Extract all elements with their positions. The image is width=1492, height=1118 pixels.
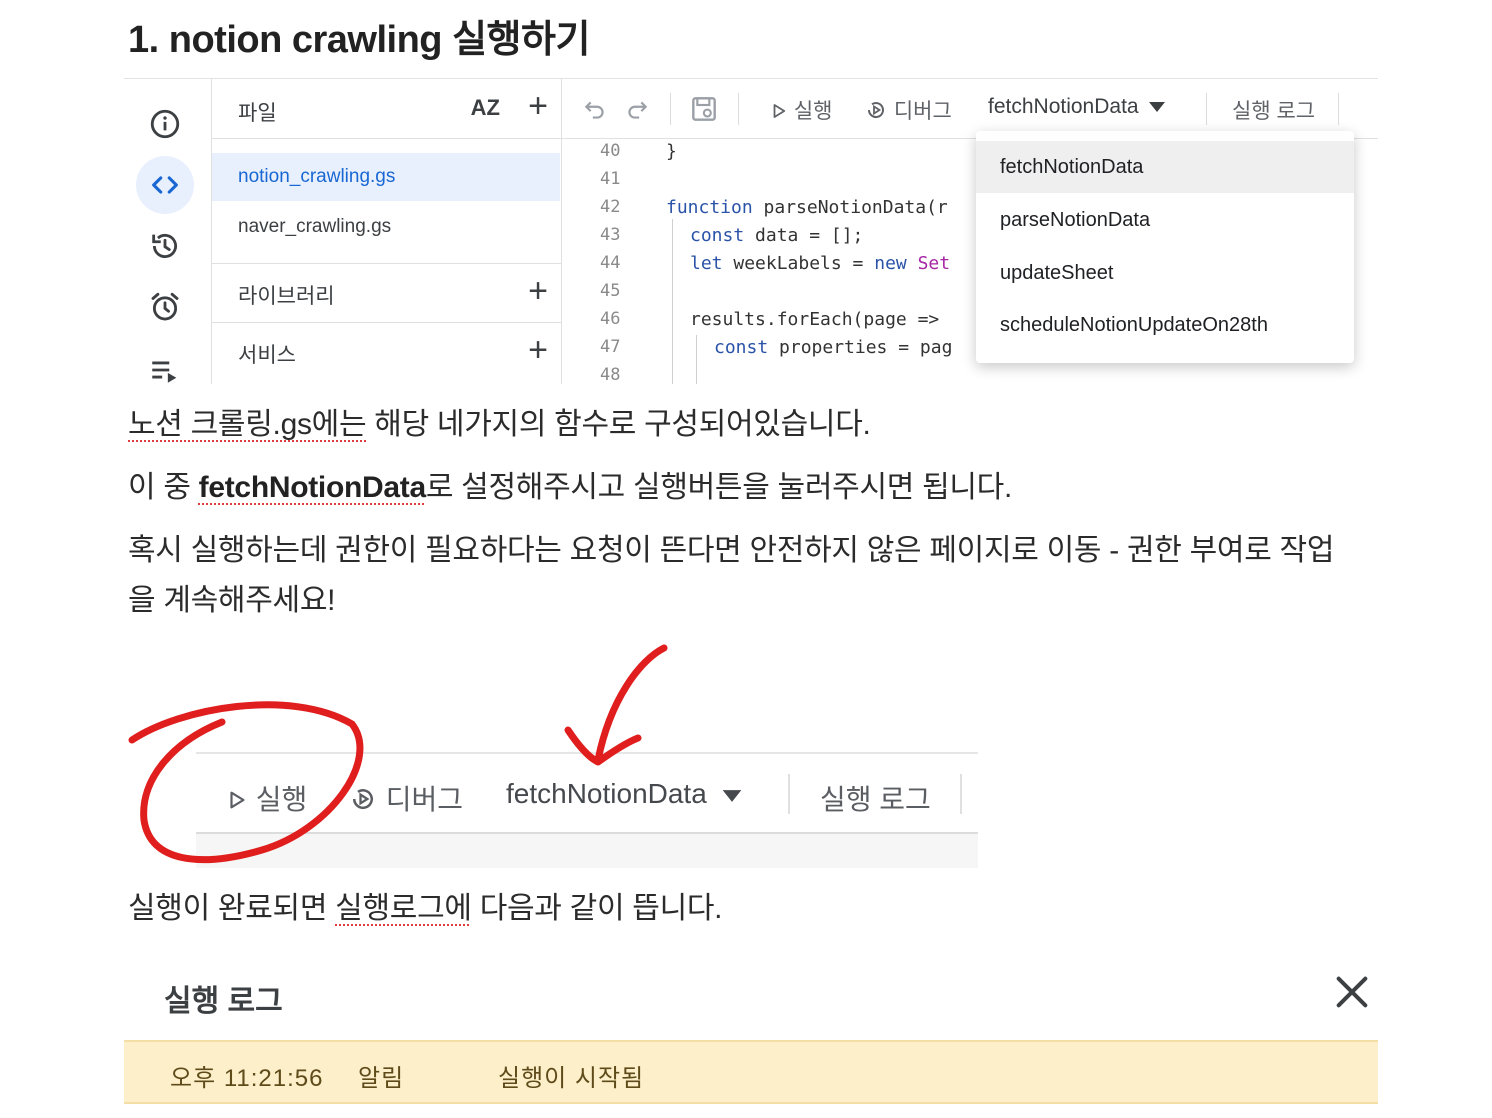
services-label: 서비스 bbox=[238, 344, 296, 367]
code-line: function parseNotionData(r bbox=[666, 197, 948, 218]
debug-icon bbox=[352, 789, 373, 810]
paragraph-text: 로 설정해주시고 실행버튼을 눌러주시면 됩니다. bbox=[425, 471, 1013, 504]
redo-icon[interactable] bbox=[624, 97, 650, 123]
log-row: 오후 11:21:56 알림 실행이 시작됨 bbox=[124, 1040, 1378, 1104]
red-arrow-annotation bbox=[564, 644, 668, 766]
log-type: 알림 bbox=[358, 1065, 405, 1092]
code-line: const properties = pag bbox=[714, 337, 953, 358]
files-header: 파일 AZ + bbox=[212, 79, 562, 139]
files-panel: 파일 AZ + notion_crawling.gs naver_crawlin… bbox=[212, 79, 562, 384]
log-message: 실행이 시작됨 bbox=[498, 1065, 645, 1092]
spellcheck-text: 실행로그에 bbox=[335, 892, 472, 925]
function-select-value: fetchNotionData bbox=[988, 95, 1139, 118]
libraries-label: 라이브러리 bbox=[238, 285, 335, 308]
paragraph-4: 실행이 완료되면 실행로그에 다음과 같이 뜹니다. bbox=[128, 884, 723, 934]
history-icon[interactable] bbox=[136, 217, 194, 275]
paragraph-text: 다음과 같이 뜹니다. bbox=[471, 892, 723, 925]
info-icon[interactable] bbox=[136, 95, 194, 153]
paragraph-text: 실행이 완료되면 bbox=[128, 892, 336, 925]
add-service-icon[interactable]: + bbox=[528, 333, 548, 367]
paragraph-3: 혹시 실행하는데 권한이 필요하다는 요청이 뜬다면 안전하지 않은 페이지로 … bbox=[128, 526, 1334, 626]
sort-az-icon[interactable]: AZ bbox=[471, 95, 500, 121]
dropdown-option[interactable]: fetchNotionData bbox=[976, 141, 1354, 193]
file-item-naver[interactable]: naver_crawling.gs bbox=[212, 203, 560, 251]
debug-icon bbox=[867, 102, 884, 119]
bold-function-name: fetchNotionData bbox=[198, 471, 426, 504]
line-number: 46 bbox=[600, 309, 621, 329]
paragraph-line: 을 계속해주세요! bbox=[128, 584, 336, 617]
file-item-notion[interactable]: notion_crawling.gs bbox=[212, 153, 560, 201]
line-number: 43 bbox=[600, 225, 621, 245]
log-time: 오후 11:21:56 bbox=[170, 1065, 324, 1092]
line-number: 42 bbox=[600, 197, 621, 217]
editor-toolbar: 실행 디버그 fetchNotionData 실행 로그 bbox=[562, 79, 1378, 139]
execution-log-title: 실행 로그 bbox=[164, 985, 283, 1018]
play-icon bbox=[773, 104, 786, 118]
debug-label-zoom: 디버그 bbox=[385, 784, 464, 815]
debug-label: 디버그 bbox=[893, 100, 952, 123]
executions-icon[interactable] bbox=[136, 341, 194, 384]
libraries-section: 라이브러리 + bbox=[212, 263, 562, 323]
spellcheck-text: 노션 크롤링.gs에는 bbox=[128, 408, 367, 441]
dropdown-option[interactable]: scheduleNotionUpdateOn28th bbox=[976, 299, 1354, 351]
paragraph-2: 이 중 fetchNotionData로 설정해주시고 실행버튼을 눌러주시면 … bbox=[128, 463, 1012, 513]
run-button[interactable]: 실행 bbox=[770, 95, 832, 125]
add-library-icon[interactable]: + bbox=[528, 274, 548, 308]
function-select-zoom-value: fetchNotionData bbox=[506, 778, 707, 809]
debug-button[interactable]: 디버그 bbox=[864, 95, 952, 125]
dropdown-caret-icon bbox=[722, 790, 741, 802]
line-number: 45 bbox=[600, 281, 621, 301]
run-label-zoom: 실행 bbox=[255, 784, 308, 815]
alarm-clock-icon[interactable] bbox=[136, 278, 194, 336]
dropdown-option[interactable]: parseNotionData bbox=[976, 194, 1354, 246]
section-heading: 1. notion crawling 실행하기 bbox=[128, 19, 590, 61]
code-editor-icon[interactable] bbox=[136, 156, 194, 214]
code-line: results.forEach(page => bbox=[690, 309, 940, 330]
apps-script-editor-screenshot: 파일 AZ + notion_crawling.gs naver_crawlin… bbox=[124, 78, 1378, 384]
line-number: 48 bbox=[600, 365, 621, 384]
files-title: 파일 bbox=[238, 102, 277, 125]
run-button-zoom: 실행 bbox=[226, 778, 307, 818]
paragraph-text: 해당 네가지의 함수로 구성되어있습니다. bbox=[366, 408, 871, 441]
function-dropdown-menu: fetchNotionData parseNotionData updateSh… bbox=[976, 131, 1354, 363]
side-rail bbox=[124, 79, 212, 384]
play-icon bbox=[230, 791, 245, 809]
line-number: 44 bbox=[600, 253, 621, 273]
paragraph-1: 노션 크롤링.gs에는 해당 네가지의 함수로 구성되어있습니다. bbox=[128, 400, 871, 450]
run-label: 실행 bbox=[793, 100, 833, 123]
dropdown-caret-icon bbox=[1149, 102, 1166, 112]
execution-log-button[interactable]: 실행 로그 bbox=[1232, 95, 1315, 125]
code-line: let weekLabels = new Set bbox=[690, 253, 951, 274]
execution-log-zoom: 실행 로그 bbox=[820, 784, 931, 815]
code-line: const data = []; bbox=[690, 225, 864, 246]
function-select[interactable]: fetchNotionData bbox=[988, 95, 1166, 119]
add-file-icon[interactable]: + bbox=[528, 89, 548, 123]
code-line: } bbox=[666, 141, 677, 162]
line-number: 40 bbox=[600, 141, 621, 161]
line-number: 47 bbox=[600, 337, 621, 357]
close-icon[interactable] bbox=[1332, 972, 1372, 1012]
paragraph-text: 이 중 bbox=[128, 471, 199, 504]
services-section: 서비스 + bbox=[212, 323, 562, 384]
undo-icon[interactable] bbox=[582, 97, 608, 123]
dropdown-option[interactable]: updateSheet bbox=[976, 247, 1354, 299]
function-select-zoom: fetchNotionData bbox=[506, 778, 743, 810]
save-icon[interactable] bbox=[688, 93, 720, 125]
paragraph-line: 혹시 실행하는데 권한이 필요하다는 요청이 뜬다면 안전하지 않은 페이지로 … bbox=[128, 534, 1335, 567]
run-toolbar-zoom-screenshot: 실행 디버그 fetchNotionData 실행 로그 bbox=[196, 752, 978, 868]
line-number: 41 bbox=[600, 169, 621, 189]
debug-button-zoom: 디버그 bbox=[348, 778, 463, 818]
